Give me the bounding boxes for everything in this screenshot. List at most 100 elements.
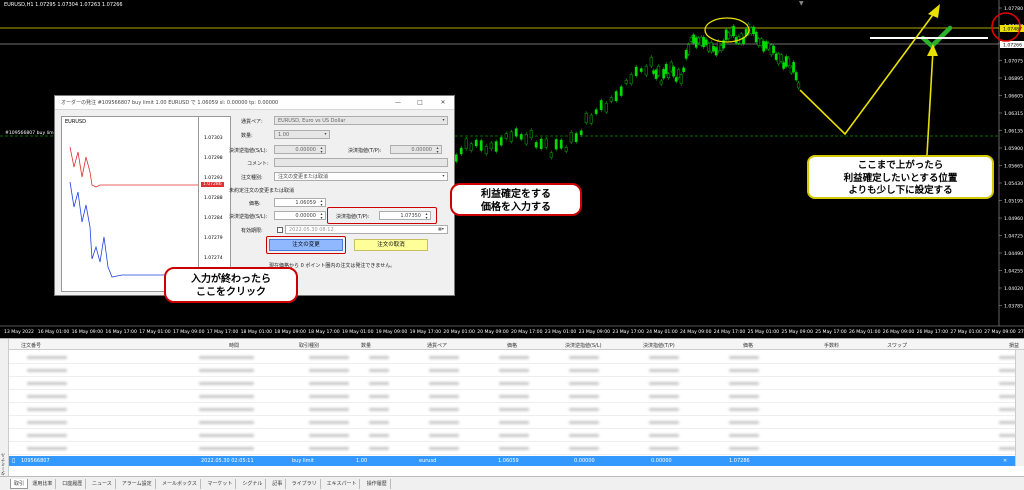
order-time: 2022.05.30 02:05:11	[201, 458, 254, 464]
comment-field[interactable]	[274, 158, 448, 167]
close-icon[interactable]: ✕	[436, 98, 450, 107]
minimize-icon[interactable]: —	[391, 98, 405, 107]
projected-arrow-icon	[928, 4, 940, 18]
price-tick-label: 1.05665	[1004, 164, 1023, 170]
terminal-tab[interactable]: 運用比率	[29, 479, 57, 489]
column-header[interactable]: 価格	[507, 342, 517, 349]
symbol-select[interactable]: EURUSD, Euro vs US Dollar ▾	[274, 116, 448, 125]
column-header[interactable]: 取引種別	[299, 342, 319, 349]
column-header[interactable]: 決済指値(T/P)	[643, 342, 675, 349]
terminal-tabs: 取引 運用比率 口座履歴 ニュース アラーム設定 メールボックス マーケット シグナル 記事 ライ…	[0, 476, 1024, 490]
candle-body	[672, 66, 676, 77]
chart-scroll-icon[interactable]: ▼	[799, 0, 804, 7]
blurred-cell	[569, 395, 599, 398]
order-price: 1.06059	[498, 458, 519, 464]
new-sl-field[interactable]: 0.00000 ▴ ▾	[274, 211, 326, 220]
blurred-cell	[499, 382, 529, 385]
ask-tick-line	[69, 146, 198, 188]
blurred-cell	[499, 369, 529, 372]
terminal-tab[interactable]: エキスパート	[324, 479, 361, 489]
candle-body	[762, 41, 766, 52]
candle-body	[544, 138, 548, 148]
sl-field[interactable]: 0.00000 ▴ ▾	[274, 145, 326, 154]
orders-scrollbar[interactable]	[1015, 350, 1024, 466]
price-tick-label: 1.04490	[1004, 251, 1023, 257]
terminal-side-tab[interactable]: ターミナル	[0, 339, 9, 477]
blurred-cell	[729, 369, 759, 372]
candle-body	[759, 38, 763, 46]
candle-body	[687, 44, 691, 55]
dialog-titlebar[interactable]: オーダーの発注 #109566807 buy limit 1.00 EURUSD…	[55, 96, 454, 110]
time-tick-label: 13 May 2022	[4, 329, 34, 335]
blurred-cell	[27, 421, 67, 424]
terminal-tab[interactable]: ニュース	[89, 479, 116, 489]
terminal-tab[interactable]: マーケット	[204, 479, 237, 489]
candle-body	[624, 80, 628, 84]
terminal-tab[interactable]: ライブラリ	[289, 479, 321, 489]
position-callout-line2: 利益確定したいとする位置	[843, 172, 958, 184]
blurred-cell	[429, 408, 459, 411]
candle-body	[599, 100, 603, 111]
spinner-icon: ▴ ▾	[320, 211, 323, 220]
tick-price-label: 1.07303	[204, 136, 223, 141]
table-row[interactable]	[9, 364, 1017, 377]
table-row[interactable]	[9, 429, 1017, 442]
candle-body	[714, 47, 718, 56]
candle-body	[604, 102, 608, 113]
calendar-icon[interactable]: ▦▾	[435, 227, 447, 234]
table-row[interactable]	[9, 390, 1017, 403]
column-header[interactable]: 時間	[229, 342, 239, 349]
mt4-terminal: 1.077801.074871.072661.070751.068951.066…	[0, 0, 1024, 490]
price-field[interactable]: 1.06059 ▴ ▾	[274, 198, 326, 207]
terminal-tab[interactable]: 操作履歴	[364, 479, 391, 489]
spinner-icon: ▴ ▾	[436, 145, 439, 154]
candle-body	[509, 131, 513, 142]
order-current-price: 1.07286	[729, 458, 750, 464]
terminal-tab[interactable]: メールボックス	[159, 479, 201, 489]
blurred-cell	[649, 408, 679, 411]
table-row[interactable]	[9, 377, 1017, 390]
blurred-cell	[499, 356, 529, 359]
blurred-cell	[569, 382, 599, 385]
order-type-select[interactable]: 注文の変更または取消 ▾	[274, 172, 448, 181]
terminal-tab[interactable]: 取引	[10, 479, 29, 489]
chevron-down-icon: ▾	[324, 131, 327, 136]
candle-body	[694, 37, 698, 48]
selected-order-row[interactable]: ▯ 109566807 2022.05.30 02:05:11 buy limi…	[9, 456, 1015, 466]
column-header[interactable]: 価格	[743, 342, 753, 349]
column-header[interactable]: 通貨ペア	[427, 342, 447, 349]
delete-order-button[interactable]: 注文の取消	[354, 239, 428, 251]
volume-select[interactable]: 1.00 ▾	[274, 130, 330, 139]
table-row[interactable]	[9, 416, 1017, 429]
time-tick-label: 19 May 01:00	[342, 329, 374, 335]
terminal-tab[interactable]: アラーム設定	[119, 479, 156, 489]
order-symbol: eurusd	[419, 458, 437, 464]
order-close-icon[interactable]: ✕	[1003, 458, 1007, 464]
expiry-field[interactable]: 2022.05.30 08:12 ▦▾	[285, 225, 448, 234]
tp-callout-line2: 価格を入力する	[481, 202, 551, 213]
expiry-checkbox[interactable]	[277, 227, 283, 233]
blurred-cell	[309, 421, 349, 424]
terminal-tab[interactable]: 記事	[269, 479, 287, 489]
tp-field[interactable]: 0.00000 ▴ ▾	[390, 145, 442, 154]
candle-body	[689, 37, 693, 42]
candle-body	[609, 97, 613, 102]
table-row[interactable]	[9, 442, 1017, 455]
price-tick-label: 1.05195	[1004, 199, 1023, 205]
column-header[interactable]: 注文番号	[21, 342, 41, 349]
column-header[interactable]: 損益	[1009, 342, 1019, 349]
column-header[interactable]: 決済逆指値(S/L)	[565, 342, 602, 349]
maximize-icon[interactable]: □	[413, 98, 427, 107]
column-header[interactable]: スワップ	[887, 342, 907, 349]
dialog-title: オーダーの発注 #109566807 buy limit 1.00 EURUSD…	[61, 100, 279, 106]
column-header[interactable]: 手数料	[824, 342, 839, 349]
time-tick-label: 26 May 17:00	[917, 329, 949, 335]
table-row[interactable]	[9, 403, 1017, 416]
candle-body	[579, 130, 583, 135]
blurred-cell	[369, 421, 389, 424]
column-header[interactable]: 数量	[361, 342, 371, 349]
terminal-tab[interactable]: 口座履歴	[59, 479, 87, 489]
blurred-cell	[569, 447, 599, 450]
table-row[interactable]	[9, 351, 1017, 364]
terminal-tab[interactable]: シグナル	[239, 479, 267, 489]
